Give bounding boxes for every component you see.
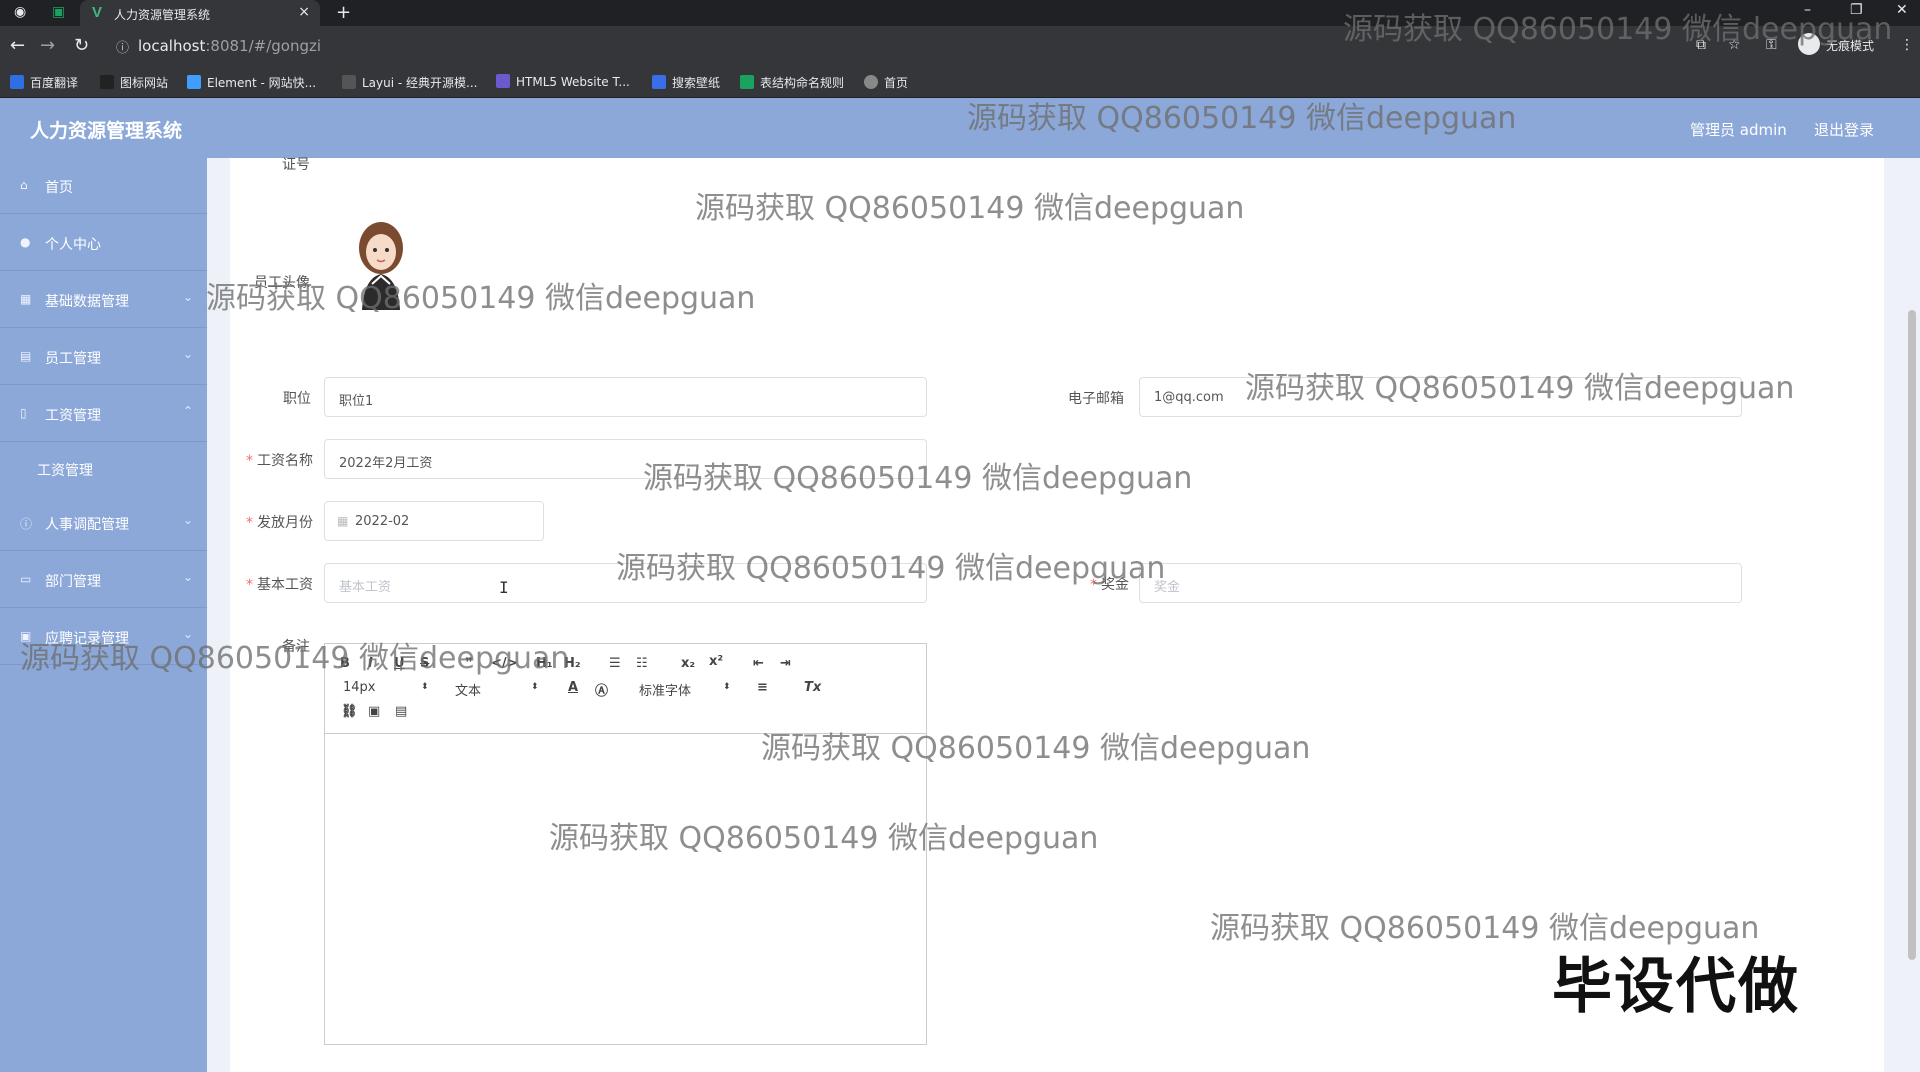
- select-arrow-icon: ⬍: [723, 682, 731, 692]
- bullet-list-icon[interactable]: ☷: [636, 656, 648, 671]
- site-info-icon[interactable]: ⓘ: [116, 37, 129, 56]
- chevron-down-icon: ⌄: [182, 570, 193, 584]
- bookmark-item[interactable]: Element - 网站快...: [187, 74, 316, 91]
- watermark: 源码获取 QQ86050149 微信deepguan: [643, 461, 1193, 496]
- bookmark-item[interactable]: 百度翻译: [10, 74, 78, 91]
- salary-name-label: * 工资名称: [246, 453, 313, 469]
- page-scrollbar[interactable]: [1908, 310, 1916, 960]
- folder-icon: ▭: [20, 572, 32, 586]
- current-user: 管理员 admin: [1690, 121, 1787, 139]
- bookmark-item[interactable]: HTML5 Website T...: [496, 74, 630, 89]
- watermark: 源码获取 QQ86050149 微信deepguan: [761, 731, 1311, 766]
- home-icon: ⌂: [20, 178, 28, 192]
- background-color-icon[interactable]: Ⓐ: [595, 680, 608, 699]
- watermark: 源码获取 QQ86050149 微信deepguan: [1343, 12, 1893, 47]
- chevron-up-icon: ⌃: [182, 404, 193, 418]
- month-picker[interactable]: ▦ 2022-02: [324, 501, 544, 541]
- app-title: 人力资源管理系统: [30, 120, 183, 142]
- sidebar-subitem-salary[interactable]: 工资管理: [0, 443, 207, 495]
- outdent-icon[interactable]: ⇤: [753, 656, 764, 671]
- position-label: 职位: [283, 391, 311, 407]
- align-icon[interactable]: ≡: [757, 680, 768, 695]
- chevron-down-icon: ⌄: [182, 513, 193, 527]
- info-icon: ⓘ: [20, 517, 33, 531]
- indent-icon[interactable]: ⇥: [780, 656, 791, 671]
- watermark: 源码获取 QQ86050149 微信deepguan: [20, 641, 570, 676]
- bookmark-item[interactable]: 图标网站: [100, 74, 168, 91]
- select-arrow-icon: ⬍: [421, 682, 429, 692]
- bookmark-item[interactable]: Layui - 经典开源模...: [342, 74, 477, 91]
- font-family-select[interactable]: 标准字体 ⬍: [639, 680, 735, 699]
- chevron-down-icon: ⌄: [182, 290, 193, 304]
- watermark: 源码获取 QQ86050149 微信deepguan: [1245, 371, 1795, 406]
- bonus-input[interactable]: 奖金: [1139, 563, 1742, 603]
- sidebar-item-employees[interactable]: ▤ 员工管理 ⌄: [0, 329, 207, 385]
- watermark: 源码获取 QQ86050149 微信deepguan: [967, 101, 1517, 136]
- user-icon: ●: [20, 235, 31, 249]
- vue-favicon-icon: V: [92, 4, 103, 21]
- url-path: :8081/#/gongzi: [205, 37, 322, 55]
- video-icon[interactable]: ▤: [395, 704, 407, 719]
- email-label: 电子邮箱: [1068, 391, 1124, 407]
- reload-icon[interactable]: ↻: [74, 35, 89, 56]
- watermark: 源码获取 QQ86050149 微信deepguan: [206, 281, 756, 316]
- sidebar-item-personnel[interactable]: ⓘ 人事调配管理 ⌄: [0, 495, 207, 551]
- image-icon[interactable]: ▣: [368, 704, 380, 719]
- watermark: 源码获取 QQ86050149 微信deepguan: [695, 191, 1245, 226]
- sidebar-item-home[interactable]: ⌂ 首页: [0, 158, 207, 214]
- clear-format-icon[interactable]: Tx: [804, 680, 821, 695]
- sidebar: ⌂ 首页 ● 个人中心 ▦ 基础数据管理 ⌄ ▤ 员工管理 ⌄ ▯ 工资管理 ⌃…: [0, 158, 207, 1072]
- forward-icon[interactable]: →: [40, 35, 55, 56]
- bookmark-item[interactable]: 表结构命名规则: [740, 74, 844, 91]
- browser-tab-active[interactable]: V 人力资源管理系统 ×: [80, 0, 320, 26]
- watermark: 源码获取 QQ86050149 微信deepguan: [549, 821, 1099, 856]
- bookmark-item[interactable]: 搜索壁纸: [652, 74, 720, 91]
- font-color-icon[interactable]: A: [568, 680, 578, 695]
- watermark: 源码获取 QQ86050149 微信deepguan: [616, 551, 1166, 586]
- sidebar-item-base-data[interactable]: ▦ 基础数据管理 ⌄: [0, 272, 207, 328]
- select-arrow-icon: ⬍: [531, 682, 539, 692]
- watermark-big: 毕设代做: [1552, 952, 1800, 1022]
- sidebar-item-departments[interactable]: ▭ 部门管理 ⌄: [0, 552, 207, 608]
- id-label: 证号: [282, 157, 310, 173]
- more-menu-icon[interactable]: ⋮: [1900, 37, 1914, 53]
- tab-title: 人力资源管理系统: [114, 8, 211, 22]
- new-tab-icon[interactable]: +: [336, 2, 351, 23]
- subscript-icon[interactable]: x₂: [681, 656, 695, 671]
- pinned-tab-icon[interactable]: ▣: [52, 4, 65, 20]
- bookmark-item[interactable]: 首页: [864, 74, 908, 91]
- tab-close-icon[interactable]: ×: [298, 4, 310, 20]
- table-icon: ▦: [20, 292, 32, 306]
- font-size-select[interactable]: 14px ⬍: [343, 680, 433, 695]
- browser-menu-icon[interactable]: ◉: [14, 4, 26, 20]
- text-cursor-icon: I: [499, 578, 509, 597]
- position-input[interactable]: 职位1: [324, 377, 927, 417]
- list-icon: ▤: [20, 349, 32, 363]
- back-icon[interactable]: ←: [10, 35, 25, 56]
- base-salary-label: * 基本工资: [246, 577, 313, 593]
- logout-link[interactable]: 退出登录: [1814, 119, 1874, 140]
- ordered-list-icon[interactable]: ☰: [609, 656, 621, 671]
- link-icon[interactable]: ⛓: [341, 704, 358, 719]
- url-host: localhost: [138, 37, 206, 55]
- month-label: * 发放月份: [246, 515, 313, 531]
- calendar-icon: ▦: [337, 514, 349, 528]
- sidebar-item-salary[interactable]: ▯ 工资管理 ⌃: [0, 386, 207, 442]
- sidebar-item-profile[interactable]: ● 个人中心: [0, 215, 207, 271]
- tag-icon: ▯: [20, 406, 27, 420]
- app-header: 人力资源管理系统 管理员 admin 退出登录: [0, 98, 1920, 158]
- paragraph-select[interactable]: 文本 ⬍: [455, 680, 545, 699]
- chevron-down-icon: ⌄: [182, 347, 193, 361]
- window-close-icon[interactable]: ✕: [1896, 2, 1908, 18]
- bookmarks-bar: 百度翻译 图标网站 Element - 网站快... Layui - 经典开源模…: [0, 66, 1920, 98]
- superscript-icon[interactable]: x²: [709, 654, 723, 669]
